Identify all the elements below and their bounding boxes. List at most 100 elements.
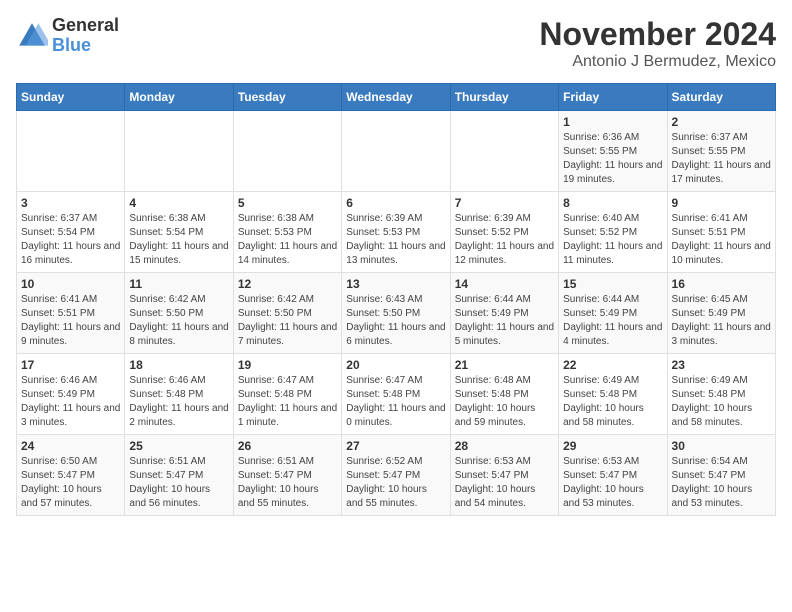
day-info: Sunrise: 6:49 AM Sunset: 5:48 PM Dayligh… <box>563 375 644 428</box>
header-day-sunday: Sunday <box>17 84 125 111</box>
day-number: 3 <box>21 196 120 210</box>
header-day-monday: Monday <box>125 84 233 111</box>
main-title: November 2024 <box>539 16 776 53</box>
day-number: 14 <box>455 277 554 291</box>
day-info: Sunrise: 6:53 AM Sunset: 5:47 PM Dayligh… <box>455 456 536 509</box>
day-info: Sunrise: 6:37 AM Sunset: 5:54 PM Dayligh… <box>21 213 120 266</box>
day-number: 28 <box>455 439 554 453</box>
calendar-cell: 12Sunrise: 6:42 AM Sunset: 5:50 PM Dayli… <box>233 273 341 354</box>
day-info: Sunrise: 6:49 AM Sunset: 5:48 PM Dayligh… <box>672 375 753 428</box>
day-number: 19 <box>238 358 337 372</box>
logo-blue-text: Blue <box>52 36 119 56</box>
day-info: Sunrise: 6:42 AM Sunset: 5:50 PM Dayligh… <box>129 294 228 347</box>
calendar-cell: 29 Sunrise: 6:53 AM Sunset: 5:47 PM Dayli… <box>559 435 667 516</box>
calendar-cell: 5Sunrise: 6:38 AM Sunset: 5:53 PM Daylig… <box>233 192 341 273</box>
calendar-cell: 19 Sunrise: 6:47 AM Sunset: 5:48 PM Dayli… <box>233 354 341 435</box>
calendar-header: SundayMondayTuesdayWednesdayThursdayFrid… <box>17 84 776 111</box>
day-number: 5 <box>238 196 337 210</box>
day-info: Sunrise: 6:46 AM Sunset: 5:48 PM Dayligh… <box>129 375 228 428</box>
calendar-cell: 4Sunrise: 6:38 AM Sunset: 5:54 PM Daylig… <box>125 192 233 273</box>
header: General Blue November 2024 Antonio J Ber… <box>16 16 776 71</box>
header-day-saturday: Saturday <box>667 84 775 111</box>
calendar-cell: 28 Sunrise: 6:53 AM Sunset: 5:47 PM Dayli… <box>450 435 558 516</box>
calendar-cell: 20 Sunrise: 6:47 AM Sunset: 5:48 PM Dayli… <box>342 354 450 435</box>
calendar-cell <box>125 111 233 192</box>
logo-icon <box>16 20 48 52</box>
calendar-cell: 25 Sunrise: 6:51 AM Sunset: 5:47 PM Dayli… <box>125 435 233 516</box>
day-number: 9 <box>672 196 771 210</box>
day-info: Sunrise: 6:43 AM Sunset: 5:50 PM Dayligh… <box>346 294 445 347</box>
day-info: Sunrise: 6:47 AM Sunset: 5:48 PM Dayligh… <box>238 375 337 428</box>
day-number: 11 <box>129 277 228 291</box>
day-number: 10 <box>21 277 120 291</box>
logo-general-text: General <box>52 16 119 36</box>
calendar-cell: 27Sunrise: 6:52 AM Sunset: 5:47 PM Dayli… <box>342 435 450 516</box>
day-info: Sunrise: 6:39 AM Sunset: 5:53 PM Dayligh… <box>346 213 445 266</box>
header-row: SundayMondayTuesdayWednesdayThursdayFrid… <box>17 84 776 111</box>
calendar-cell: 13 Sunrise: 6:43 AM Sunset: 5:50 PM Dayli… <box>342 273 450 354</box>
calendar-cell: 14 Sunrise: 6:44 AM Sunset: 5:49 PM Dayli… <box>450 273 558 354</box>
day-info: Sunrise: 6:39 AM Sunset: 5:52 PM Dayligh… <box>455 213 554 266</box>
calendar-cell: 9 Sunrise: 6:41 AM Sunset: 5:51 PM Daylig… <box>667 192 775 273</box>
calendar-cell: 22 Sunrise: 6:49 AM Sunset: 5:48 PM Dayli… <box>559 354 667 435</box>
title-area: November 2024 Antonio J Bermudez, Mexico <box>539 16 776 71</box>
day-info: Sunrise: 6:45 AM Sunset: 5:49 PM Dayligh… <box>672 294 771 347</box>
calendar-cell: 24 Sunrise: 6:50 AM Sunset: 5:47 PM Dayli… <box>17 435 125 516</box>
calendar-cell: 2Sunrise: 6:37 AM Sunset: 5:55 PM Daylig… <box>667 111 775 192</box>
day-info: Sunrise: 6:50 AM Sunset: 5:47 PM Dayligh… <box>21 456 102 509</box>
day-number: 7 <box>455 196 554 210</box>
logo-text: General Blue <box>52 16 119 56</box>
calendar-cell <box>17 111 125 192</box>
day-info: Sunrise: 6:44 AM Sunset: 5:49 PM Dayligh… <box>563 294 662 347</box>
day-number: 18 <box>129 358 228 372</box>
day-info: Sunrise: 6:51 AM Sunset: 5:47 PM Dayligh… <box>129 456 210 509</box>
calendar-cell: 1Sunrise: 6:36 AM Sunset: 5:55 PM Daylig… <box>559 111 667 192</box>
header-day-wednesday: Wednesday <box>342 84 450 111</box>
calendar-body: 1Sunrise: 6:36 AM Sunset: 5:55 PM Daylig… <box>17 111 776 516</box>
calendar-week-4: 24 Sunrise: 6:50 AM Sunset: 5:47 PM Dayli… <box>17 435 776 516</box>
calendar-table: SundayMondayTuesdayWednesdayThursdayFrid… <box>16 83 776 516</box>
day-number: 17 <box>21 358 120 372</box>
day-number: 23 <box>672 358 771 372</box>
day-number: 8 <box>563 196 662 210</box>
day-number: 22 <box>563 358 662 372</box>
calendar-week-2: 10 Sunrise: 6:41 AM Sunset: 5:51 PM Dayli… <box>17 273 776 354</box>
day-info: Sunrise: 6:54 AM Sunset: 5:47 PM Dayligh… <box>672 456 753 509</box>
day-info: Sunrise: 6:47 AM Sunset: 5:48 PM Dayligh… <box>346 375 445 428</box>
calendar-cell <box>342 111 450 192</box>
calendar-cell <box>450 111 558 192</box>
calendar-cell: 8Sunrise: 6:40 AM Sunset: 5:52 PM Daylig… <box>559 192 667 273</box>
day-number: 29 <box>563 439 662 453</box>
header-day-friday: Friday <box>559 84 667 111</box>
subtitle: Antonio J Bermudez, Mexico <box>539 53 776 71</box>
day-number: 26 <box>238 439 337 453</box>
day-info: Sunrise: 6:53 AM Sunset: 5:47 PM Dayligh… <box>563 456 644 509</box>
day-info: Sunrise: 6:46 AM Sunset: 5:49 PM Dayligh… <box>21 375 120 428</box>
day-number: 21 <box>455 358 554 372</box>
calendar-cell: 26 Sunrise: 6:51 AM Sunset: 5:47 PM Dayli… <box>233 435 341 516</box>
day-info: Sunrise: 6:37 AM Sunset: 5:55 PM Dayligh… <box>672 132 771 185</box>
day-info: Sunrise: 6:48 AM Sunset: 5:48 PM Dayligh… <box>455 375 536 428</box>
calendar-cell <box>233 111 341 192</box>
day-info: Sunrise: 6:41 AM Sunset: 5:51 PM Dayligh… <box>21 294 120 347</box>
day-info: Sunrise: 6:44 AM Sunset: 5:49 PM Dayligh… <box>455 294 554 347</box>
day-info: Sunrise: 6:51 AM Sunset: 5:47 PM Dayligh… <box>238 456 319 509</box>
day-number: 20 <box>346 358 445 372</box>
calendar-cell: 15 Sunrise: 6:44 AM Sunset: 5:49 PM Dayli… <box>559 273 667 354</box>
calendar-cell: 6Sunrise: 6:39 AM Sunset: 5:53 PM Daylig… <box>342 192 450 273</box>
calendar-cell: 30 Sunrise: 6:54 AM Sunset: 5:47 PM Dayli… <box>667 435 775 516</box>
day-number: 24 <box>21 439 120 453</box>
calendar-week-0: 1Sunrise: 6:36 AM Sunset: 5:55 PM Daylig… <box>17 111 776 192</box>
day-info: Sunrise: 6:52 AM Sunset: 5:47 PM Dayligh… <box>346 456 427 509</box>
day-info: Sunrise: 6:36 AM Sunset: 5:55 PM Dayligh… <box>563 132 662 185</box>
day-info: Sunrise: 6:38 AM Sunset: 5:54 PM Dayligh… <box>129 213 228 266</box>
day-number: 12 <box>238 277 337 291</box>
calendar-cell: 3 Sunrise: 6:37 AM Sunset: 5:54 PM Daylig… <box>17 192 125 273</box>
day-number: 13 <box>346 277 445 291</box>
day-number: 30 <box>672 439 771 453</box>
day-info: Sunrise: 6:41 AM Sunset: 5:51 PM Dayligh… <box>672 213 771 266</box>
calendar-cell: 10 Sunrise: 6:41 AM Sunset: 5:51 PM Dayli… <box>17 273 125 354</box>
day-number: 15 <box>563 277 662 291</box>
day-number: 25 <box>129 439 228 453</box>
calendar-cell: 23 Sunrise: 6:49 AM Sunset: 5:48 PM Dayli… <box>667 354 775 435</box>
